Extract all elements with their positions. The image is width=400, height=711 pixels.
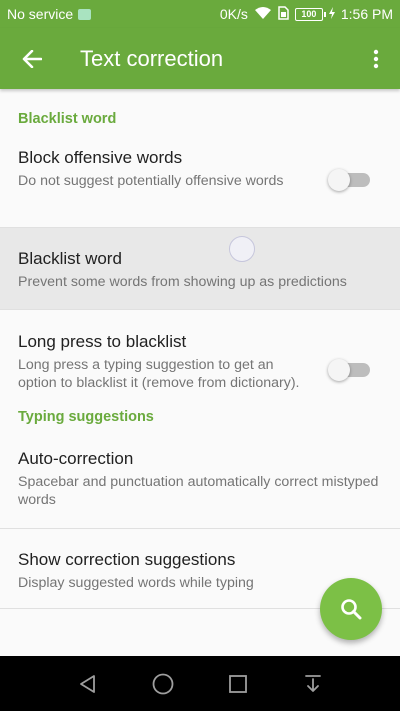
nav-notification-pull-button[interactable] xyxy=(298,669,328,699)
sim-card-icon xyxy=(78,8,92,20)
back-button[interactable] xyxy=(0,28,64,89)
battery-icon: 100 xyxy=(294,7,326,21)
pref-auto-correction[interactable]: Auto-correction Spacebar and punctuation… xyxy=(0,448,400,529)
section-header-typing: Typing suggestions xyxy=(18,409,154,425)
pref-title: Block offensive words xyxy=(18,148,183,167)
app-bar: Text correction xyxy=(0,28,400,89)
wifi-icon xyxy=(254,6,272,23)
clock: 1:56 PM xyxy=(340,6,393,22)
pref-summary: Prevent some words from showing up as pr… xyxy=(18,274,347,290)
pref-long-press-blacklist[interactable]: Long press to blacklist Long press a typ… xyxy=(0,310,400,408)
arrow-back-icon xyxy=(22,49,42,68)
long-press-switch[interactable] xyxy=(328,359,370,381)
system-nav-bar xyxy=(0,656,400,711)
nav-back-button[interactable] xyxy=(73,669,103,699)
pref-summary: Long press a typing suggestion to get an… xyxy=(18,357,300,391)
carrier-label: No service xyxy=(7,6,74,22)
circle-home-icon xyxy=(152,673,173,694)
nav-recents-button[interactable] xyxy=(223,669,253,699)
switch-thumb xyxy=(328,359,350,381)
pref-title: Long press to blacklist xyxy=(18,332,187,351)
pref-summary: Spacebar and punctuation automatically c… xyxy=(18,474,379,508)
pref-summary: Do not suggest potentially offensive wor… xyxy=(18,173,284,189)
pref-title: Blacklist word xyxy=(18,249,122,268)
more-vert-icon xyxy=(373,49,379,68)
section-header-blacklist: Blacklist word xyxy=(18,111,117,127)
pref-block-offensive[interactable]: Block offensive words Do not suggest pot… xyxy=(0,147,400,228)
charging-icon xyxy=(328,6,335,22)
overflow-menu-button[interactable] xyxy=(352,28,400,89)
pref-title: Show correction suggestions xyxy=(18,550,236,569)
nav-home-button[interactable] xyxy=(148,669,178,699)
touch-ripple xyxy=(229,236,255,262)
search-icon xyxy=(341,599,362,620)
block-offensive-switch[interactable] xyxy=(328,169,370,191)
pref-title: Auto-correction xyxy=(18,449,134,468)
sim-slot-icon xyxy=(278,5,289,23)
square-recents-icon xyxy=(228,674,247,693)
pull-down-icon xyxy=(304,674,321,692)
triangle-back-icon xyxy=(79,674,95,693)
pref-blacklist-word[interactable]: Blacklist word Prevent some words from s… xyxy=(0,228,400,310)
network-speed: 0K/s xyxy=(219,6,248,22)
page-title: Text correction xyxy=(80,45,224,71)
search-fab[interactable] xyxy=(320,578,382,640)
settings-list[interactable]: Blacklist word Block offensive words Do … xyxy=(0,89,400,656)
battery-level: 100 xyxy=(301,9,317,19)
status-bar: No service 0K/s 100 1:56 PM xyxy=(0,0,400,28)
switch-thumb xyxy=(328,169,350,191)
